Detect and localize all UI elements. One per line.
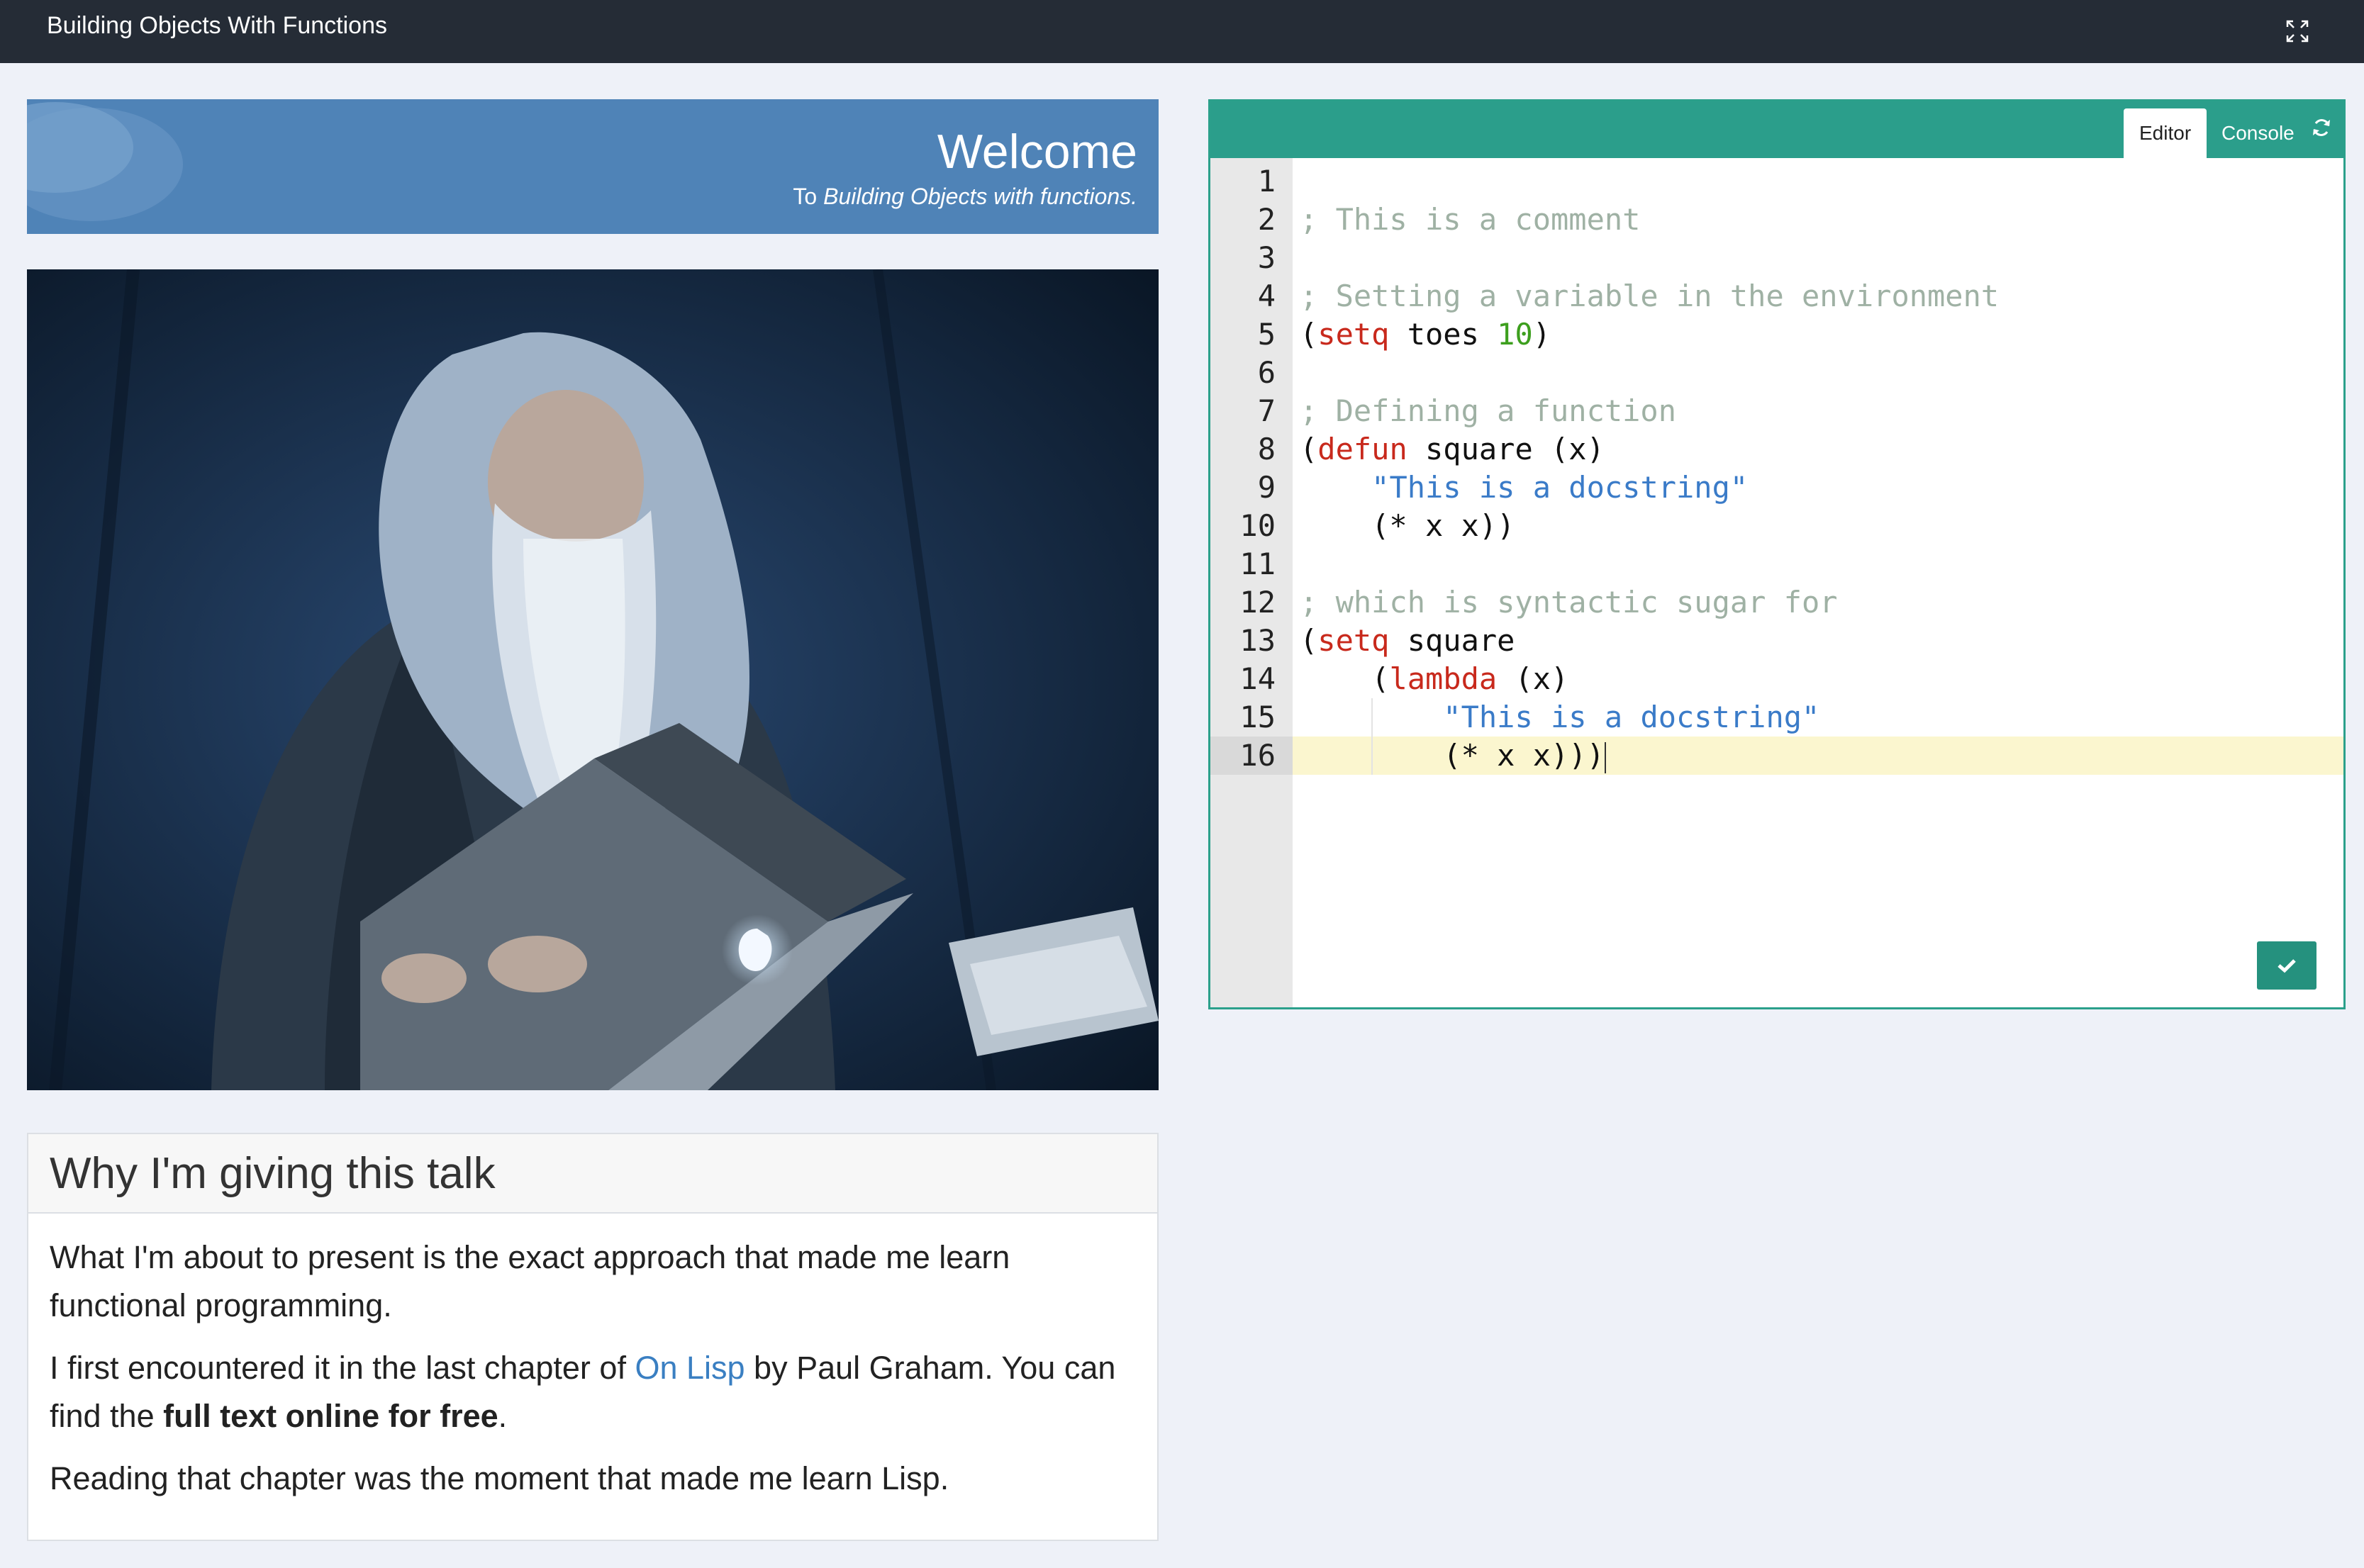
code-line[interactable]: 5 (setq toes 10) bbox=[1210, 315, 2343, 354]
line-number: 11 bbox=[1239, 547, 1276, 581]
code-text: (defun square (x) bbox=[1300, 430, 1605, 469]
expand-icon[interactable] bbox=[2285, 18, 2310, 44]
top-bar: Building Objects With Functions bbox=[0, 0, 2364, 63]
code-area[interactable]: 1 2; This is a comment 3 4; Setting a varia… bbox=[1210, 162, 2343, 775]
code-number: 10 bbox=[1497, 317, 1533, 352]
line-number: 10 bbox=[1239, 508, 1276, 543]
on-lisp-link[interactable]: On Lisp bbox=[635, 1350, 745, 1386]
code-comment: ; Setting a variable in the environment bbox=[1300, 279, 2000, 313]
line-number: 12 bbox=[1239, 585, 1276, 620]
paragraph-2-end: . bbox=[498, 1398, 508, 1434]
code-text: "This is a docstring" bbox=[1300, 698, 1819, 737]
code-token: ( bbox=[1300, 317, 1318, 352]
line-number: 8 bbox=[1257, 432, 1276, 466]
code-token: ( bbox=[1300, 661, 1390, 696]
code-line[interactable]: 14 (lambda (x) bbox=[1210, 660, 2343, 698]
code-text: (* x x))) bbox=[1300, 737, 1606, 775]
tab-console[interactable]: Console bbox=[2206, 108, 2310, 158]
line-number: 13 bbox=[1239, 623, 1276, 658]
line-number: 5 bbox=[1257, 317, 1276, 352]
banner-decoration bbox=[27, 102, 183, 221]
wizard-photo bbox=[27, 269, 1159, 1090]
code-comment: ; This is a comment bbox=[1300, 202, 1641, 237]
code-text: (setq square bbox=[1300, 622, 1515, 660]
app-title: Building Objects With Functions bbox=[47, 12, 387, 39]
talk-reason-card: Why I'm giving this talk What I'm about … bbox=[27, 1133, 1159, 1541]
paragraph-2: I first encountered it in the last chapt… bbox=[50, 1344, 1136, 1440]
code-string: "This is a docstring" bbox=[1371, 470, 1749, 505]
code-comment: ; Defining a function bbox=[1300, 393, 1677, 428]
code-keyword: setq bbox=[1317, 317, 1390, 352]
code-text: ; which is syntactic sugar for bbox=[1300, 583, 1838, 622]
check-icon bbox=[2277, 959, 2296, 973]
code-keyword: defun bbox=[1317, 432, 1407, 466]
code-line[interactable]: 10 (* x x)) bbox=[1210, 507, 2343, 545]
code-token: toes bbox=[1389, 317, 1498, 352]
code-text: (lambda (x) bbox=[1300, 660, 1568, 698]
subtitle-prefix: To bbox=[793, 184, 824, 209]
line-number: 2 bbox=[1257, 202, 1276, 237]
welcome-banner: Welcome To Building Objects with functio… bbox=[27, 99, 1159, 234]
paragraph-2-start: I first encountered it in the last chapt… bbox=[50, 1350, 635, 1386]
code-token: ( bbox=[1300, 623, 1318, 658]
code-string: "This is a docstring" bbox=[1443, 700, 1820, 734]
paragraph-3: Reading that chapter was the moment that… bbox=[50, 1460, 949, 1496]
editor-header: Editor Console bbox=[1210, 101, 2343, 158]
card-header: Why I'm giving this talk bbox=[28, 1134, 1157, 1214]
code-line[interactable]: 2 ; This is a comment bbox=[1210, 201, 2343, 239]
code-keyword: lambda bbox=[1389, 661, 1498, 696]
line-number: 7 bbox=[1257, 393, 1276, 428]
code-text: ; Setting a variable in the environment bbox=[1300, 277, 1999, 315]
code-text: (* x x)) bbox=[1300, 507, 1515, 545]
code-token: (* x x))) bbox=[1300, 738, 1605, 773]
line-number: 6 bbox=[1257, 355, 1276, 390]
code-token: (x) bbox=[1497, 661, 1569, 696]
code-line[interactable]: 13 (setq square bbox=[1210, 622, 2343, 660]
code-line[interactable]: 11 bbox=[1210, 545, 2343, 583]
indent-guide bbox=[1371, 698, 1373, 775]
line-number: 1 bbox=[1257, 164, 1276, 198]
card-body: What I'm about to present is the exact a… bbox=[28, 1214, 1157, 1503]
code-token: square (x) bbox=[1407, 432, 1605, 466]
code-editor-panel: Editor Console 1 2; This is a comment 3 4; … bbox=[1208, 99, 2346, 1009]
code-line[interactable]: 7 ; Defining a function bbox=[1210, 392, 2343, 430]
code-line[interactable]: 4 ; Setting a variable in the environment bbox=[1210, 277, 2343, 315]
code-keyword: setq bbox=[1317, 623, 1390, 658]
code-text: ; This is a comment bbox=[1300, 201, 1640, 239]
code-line[interactable]: 12 ; which is syntactic sugar for bbox=[1210, 583, 2343, 622]
code-line[interactable]: 16 (* x x))) bbox=[1210, 737, 2343, 775]
line-number: 15 bbox=[1239, 700, 1276, 734]
line-number: 14 bbox=[1239, 661, 1276, 696]
welcome-heading: Welcome bbox=[937, 125, 1137, 179]
code-line[interactable]: 1 bbox=[1210, 162, 2343, 201]
card-title: Why I'm giving this talk bbox=[50, 1149, 496, 1198]
code-token: (* x x)) bbox=[1300, 508, 1515, 543]
code-token: square bbox=[1389, 623, 1515, 658]
code-text: ; Defining a function bbox=[1300, 392, 1676, 430]
code-comment: ; which is syntactic sugar for bbox=[1300, 585, 1838, 620]
welcome-subtitle: To Building Objects with functions. bbox=[793, 183, 1137, 210]
code-token: ) bbox=[1532, 317, 1551, 352]
code-text: "This is a docstring" bbox=[1300, 469, 1748, 507]
run-button[interactable] bbox=[2257, 941, 2316, 990]
paragraph-1: What I'm about to present is the exact a… bbox=[50, 1239, 1010, 1323]
code-token: ( bbox=[1300, 432, 1318, 466]
code-line[interactable]: 15 "This is a docstring" bbox=[1210, 698, 2343, 737]
subtitle-italic: Building Objects with functions. bbox=[823, 184, 1137, 209]
line-number: 3 bbox=[1257, 240, 1276, 275]
code-line[interactable]: 8 (defun square (x) bbox=[1210, 430, 2343, 469]
code-line[interactable]: 9 "This is a docstring" bbox=[1210, 469, 2343, 507]
code-line[interactable]: 6 bbox=[1210, 354, 2343, 392]
code-text: (setq toes 10) bbox=[1300, 315, 1551, 354]
line-number: 4 bbox=[1257, 279, 1276, 313]
refresh-icon[interactable] bbox=[2311, 117, 2332, 142]
line-number: 16 bbox=[1210, 737, 1293, 775]
paragraph-2-bold: full text online for free bbox=[163, 1398, 498, 1434]
line-number: 9 bbox=[1257, 470, 1276, 505]
text-cursor bbox=[1604, 741, 1606, 773]
tab-editor[interactable]: Editor bbox=[2124, 108, 2207, 158]
code-line[interactable]: 3 bbox=[1210, 239, 2343, 277]
